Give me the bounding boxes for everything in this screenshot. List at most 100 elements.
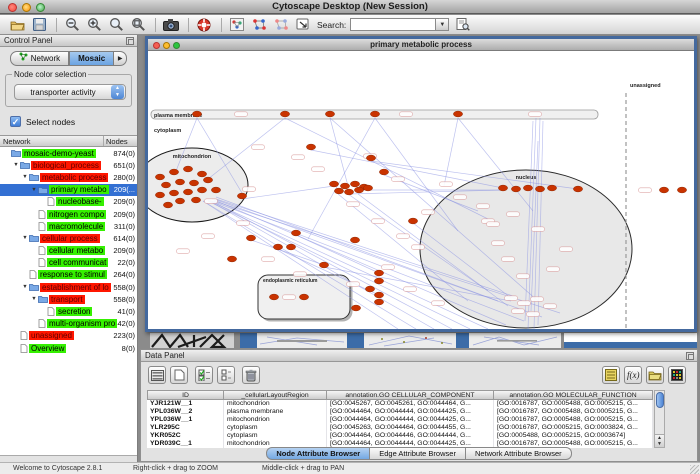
tab-node-attribute-browser[interactable]: Node Attribute Browser <box>266 447 370 460</box>
column-header[interactable]: annotation.GO CELLULAR_COMPONENT <box>327 390 494 400</box>
tree-item-response-to-stimul[interactable]: response to stimul264(0) <box>0 269 137 281</box>
minimize-view-icon[interactable] <box>163 42 170 49</box>
vizmapper-icon[interactable] <box>227 16 247 33</box>
background-window-edge[interactable] <box>456 333 469 348</box>
snapshot-icon[interactable] <box>161 16 181 33</box>
matrix-icon[interactable] <box>668 366 686 384</box>
column-header[interactable]: ID <box>147 390 224 400</box>
background-window-fragment[interactable] <box>364 333 456 348</box>
tree-header-network[interactable]: Network <box>0 136 104 146</box>
zoom-out-icon[interactable] <box>62 16 82 33</box>
table-scrollbar[interactable]: ▲▼ <box>654 390 665 448</box>
zoom-in-icon[interactable] <box>84 16 104 33</box>
zoom-window-icon[interactable] <box>36 3 45 12</box>
new-attribute-icon[interactable] <box>170 366 188 384</box>
tree-item-secretion[interactable]: secretion41(0) <box>0 305 137 317</box>
background-window-fragment[interactable] <box>257 333 347 348</box>
expander-icon[interactable]: ▼ <box>30 296 38 302</box>
control-panel-title: Control Panel <box>4 36 52 45</box>
tree-item-nucleobase-[interactable]: nucleobase-209(0) <box>0 196 137 208</box>
search-input[interactable] <box>350 18 436 31</box>
background-window-fragment[interactable] <box>564 333 697 348</box>
table-row[interactable]: YJR121W__1mitochondrion[GO:0045267, GO:0… <box>147 400 653 408</box>
more-tabs-arrow[interactable]: ▶ <box>114 51 127 66</box>
tab-network-attribute-browser[interactable]: Network Attribute Browser <box>466 447 572 460</box>
table-row[interactable]: YPL036W__1mitochondrion[GO:0044464, GO:0… <box>147 416 653 424</box>
hide-selected-icon[interactable] <box>249 16 269 33</box>
table-row[interactable]: YKR052Ccytoplasm[GO:0044464, GO:0044446,… <box>147 432 653 440</box>
expander-icon[interactable]: ▼ <box>30 187 38 193</box>
open-icon[interactable] <box>7 16 27 33</box>
table-row[interactable]: YPL036W__2plasma membrane[GO:0044464, GO… <box>147 408 653 416</box>
tree-item-metabolic-process[interactable]: ▼metabolic process280(0) <box>0 171 137 183</box>
background-window-fragment[interactable] <box>469 333 561 348</box>
network-graph[interactable]: plasma membranecytoplasmmitochondrionnuc… <box>148 51 694 329</box>
close-view-icon[interactable] <box>153 42 160 49</box>
tree-item-nitrogen-compo[interactable]: nitrogen compo209(0) <box>0 208 137 220</box>
tree-item-cellular-process[interactable]: ▼cellular process614(0) <box>0 232 137 244</box>
control-panel-header: Control Panel <box>0 35 137 47</box>
advanced-search-icon[interactable] <box>453 16 473 33</box>
tree-item-biological-process[interactable]: ▼biological_process651(0) <box>0 159 137 171</box>
background-window-edge[interactable] <box>347 333 364 348</box>
tree-item-cell-communicat[interactable]: cell communicat22(0) <box>0 257 137 269</box>
unselect-attributes-icon[interactable] <box>217 366 235 384</box>
folder-icon <box>38 186 48 194</box>
tree-item-multi-organism-pro[interactable]: multi-organism pro42(0) <box>0 318 137 330</box>
column-header[interactable]: annotation.GO MOLECULAR_FUNCTION <box>494 390 653 400</box>
save-icon[interactable] <box>29 16 49 33</box>
tree-item-transport[interactable]: ▼transport558(0) <box>0 293 137 305</box>
tree-item-label: transport <box>49 295 85 304</box>
tree-item-label: macromolecule <box>47 222 105 231</box>
status-welcome: Welcome to Cytoscape 2.8.1 <box>13 465 102 472</box>
float-panel-icon[interactable] <box>126 37 134 45</box>
scrollbar-thumb[interactable] <box>656 392 664 408</box>
delete-attribute-icon[interactable] <box>242 366 260 384</box>
tab-network[interactable]: Network <box>10 51 69 66</box>
table-header-row: ID_cellularLayoutRegionannotation.GO CEL… <box>147 390 653 400</box>
tree-header-nodes[interactable]: Nodes <box>104 136 137 146</box>
expander-icon[interactable]: ▼ <box>21 235 29 241</box>
import-icon[interactable] <box>646 366 664 384</box>
expander-icon[interactable]: ▼ <box>21 284 29 290</box>
tree-item-unassigned[interactable]: unassigned223(0) <box>0 330 137 342</box>
show-all-icon[interactable] <box>271 16 291 33</box>
search-dropdown-icon[interactable]: ▼ <box>436 18 449 31</box>
tree-item-overview[interactable]: Overview8(0) <box>0 342 137 354</box>
annotation-icon[interactable] <box>293 16 313 33</box>
attribute-list-icon[interactable] <box>602 366 620 384</box>
tree-item-count: 558(0) <box>113 283 137 292</box>
tab-mosaic[interactable]: Mosaic <box>69 51 114 66</box>
scrollbar-arrows[interactable]: ▲▼ <box>655 434 664 447</box>
zoom-selected-icon[interactable] <box>106 16 126 33</box>
network-tree: mosaic-demo-yeast874(0)▼biological_proce… <box>0 147 137 456</box>
help-icon[interactable] <box>194 16 214 33</box>
attribute-select-icon[interactable] <box>148 366 166 384</box>
resize-grip[interactable] <box>690 465 699 474</box>
column-header[interactable]: _cellularLayoutRegion <box>224 390 327 400</box>
network-window-titlebar[interactable]: primary metabolic process <box>148 39 694 51</box>
select-nodes-checkbox[interactable]: ✓ <box>10 116 21 127</box>
background-window-edge[interactable] <box>240 333 257 348</box>
folder-icon <box>20 161 30 169</box>
tree-item-label: cellular process <box>40 234 100 243</box>
tree-item-establishment-of-lo[interactable]: ▼establishment of lo558(0) <box>0 281 137 293</box>
data-panel-header: Data Panel <box>141 350 697 362</box>
zoom-view-icon[interactable] <box>173 42 180 49</box>
tree-item-macromolecule[interactable]: macromolecule311(0) <box>0 220 137 232</box>
tree-item-primary-metabo[interactable]: ▼primary metabo209(... <box>0 184 137 196</box>
float-data-panel-icon[interactable] <box>686 352 694 360</box>
network-canvas[interactable]: plasma membranecytoplasmmitochondrionnuc… <box>148 51 694 329</box>
close-window-icon[interactable] <box>8 3 17 12</box>
zoom-fit-icon[interactable] <box>128 16 148 33</box>
select-attributes-icon[interactable] <box>195 366 213 384</box>
formula-icon[interactable]: f(x) <box>624 366 642 384</box>
node-color-dropdown[interactable]: transporter activity ▲▼ <box>14 84 126 100</box>
tree-item-cellular-metabo[interactable]: cellular metabo209(0) <box>0 245 137 257</box>
expander-icon[interactable]: ▼ <box>12 162 20 168</box>
expander-icon[interactable]: ▼ <box>21 174 29 180</box>
tree-item-mosaic-demo-yeast[interactable]: mosaic-demo-yeast874(0) <box>0 147 137 159</box>
tab-edge-attribute-browser[interactable]: Edge Attribute Browser <box>370 447 466 460</box>
table-row[interactable]: YLR295Ccytoplasm[GO:0045263, GO:0044464,… <box>147 424 653 432</box>
minimize-window-icon[interactable] <box>22 3 31 12</box>
